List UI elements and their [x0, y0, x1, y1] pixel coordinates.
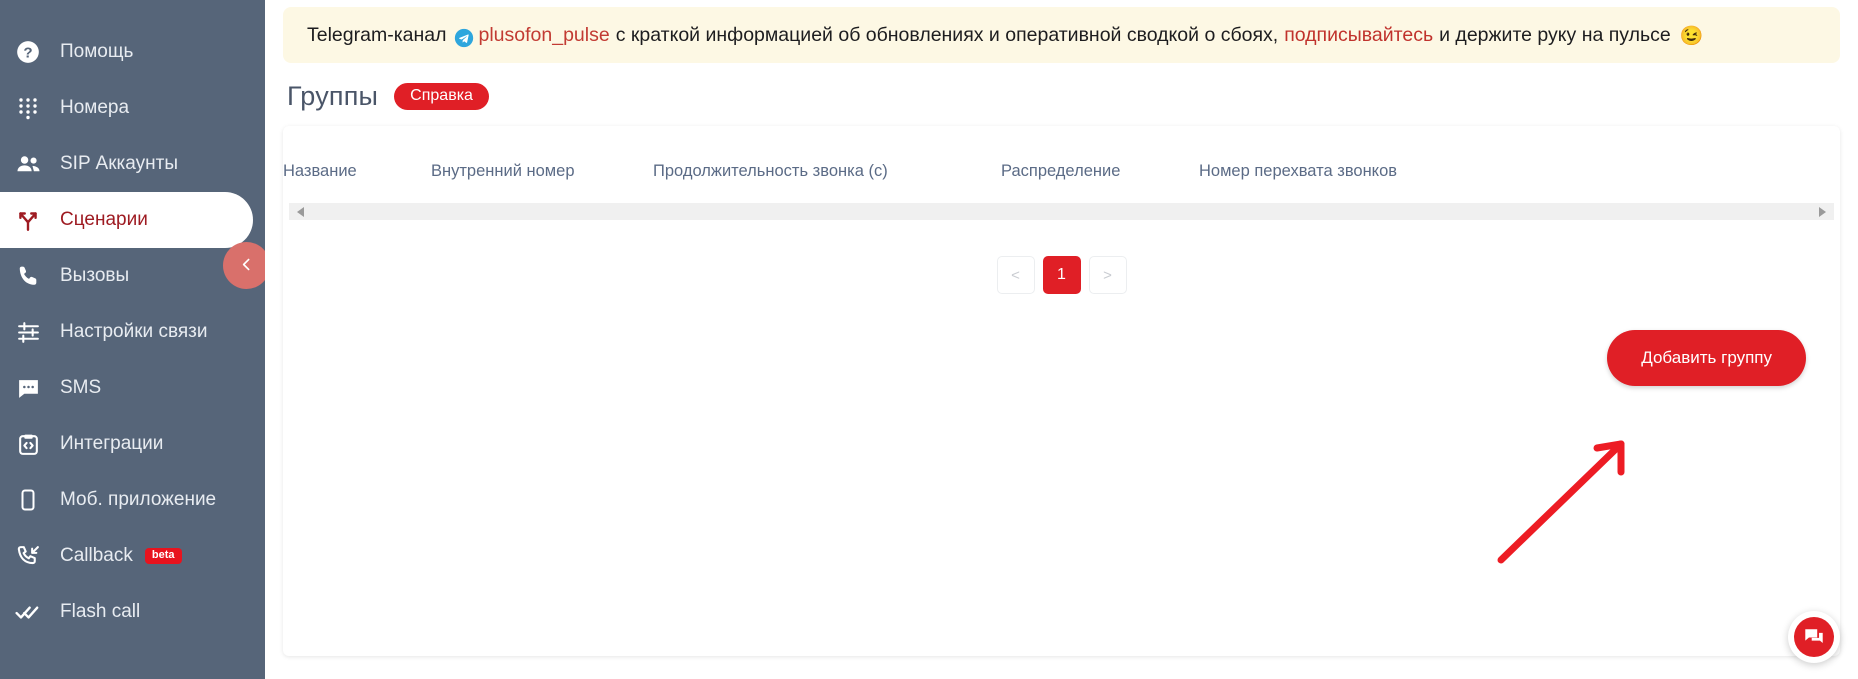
sidebar-item-connection-settings[interactable]: Настройки связи [0, 304, 265, 360]
sidebar: ? Помощь Номера SIP Аккаунты Сценарии Вы… [0, 0, 265, 679]
groups-table-wrapper: Название Внутренний номер Продолжительно… [283, 126, 1840, 203]
column-header-call-duration[interactable]: Продолжительность звонка (с) [653, 126, 1001, 203]
sidebar-item-help[interactable]: ? Помощь [0, 24, 265, 80]
column-header-pickup-number[interactable]: Номер перехвата звонков [1199, 126, 1840, 203]
banner-text-middle: с краткой информацией об обновлениях и о… [615, 23, 1279, 46]
users-icon [8, 144, 48, 184]
scroll-right-arrow-icon[interactable] [1819, 206, 1826, 217]
add-group-button[interactable]: Добавить группу [1607, 330, 1806, 386]
sidebar-item-label: Вызовы [60, 264, 130, 286]
mobile-phone-icon [8, 480, 48, 520]
double-check-icon [8, 592, 48, 632]
chat-bubbles-icon [1794, 617, 1834, 657]
question-circle-icon: ? [8, 32, 48, 72]
branch-arrows-icon [8, 200, 48, 240]
sidebar-item-flash-call[interactable]: Flash call [0, 584, 265, 640]
column-header-name[interactable]: Название [283, 126, 431, 203]
chat-widget-button[interactable] [1788, 611, 1840, 663]
sidebar-item-label: Номера [60, 96, 130, 118]
sidebar-item-label: Сценарии [60, 208, 148, 230]
groups-table: Название Внутренний номер Продолжительно… [283, 126, 1840, 203]
telegram-announcement-banner: Telegram-канал plusofon_pulse с краткой … [283, 7, 1840, 63]
svg-text:?: ? [23, 44, 32, 61]
phone-icon [8, 256, 48, 296]
chat-bubble-icon [8, 368, 48, 408]
groups-card: Название Внутренний номер Продолжительно… [283, 126, 1840, 656]
chevron-left-icon [238, 256, 255, 276]
sidebar-item-scenarios[interactable]: Сценарии [0, 192, 253, 248]
app-root: ? Помощь Номера SIP Аккаунты Сценарии Вы… [0, 0, 1858, 679]
sidebar-item-label: Помощь [60, 40, 134, 62]
sidebar-item-mobile-app[interactable]: Моб. приложение [0, 472, 265, 528]
subscribe-link[interactable]: подписывайтесь [1284, 24, 1433, 47]
groups-table-head: Название Внутренний номер Продолжительно… [283, 126, 1840, 203]
banner-text-before: Telegram-канал [307, 23, 447, 46]
sidebar-item-label: SMS [60, 376, 102, 398]
table-horizontal-scrollbar[interactable] [289, 203, 1834, 220]
main-content: Telegram-канал plusofon_pulse с краткой … [265, 0, 1858, 679]
pagination-page-1[interactable]: 1 [1042, 256, 1081, 294]
column-header-internal-number[interactable]: Внутренний номер [431, 126, 653, 203]
column-header-distribution[interactable]: Распределение [1001, 126, 1199, 203]
add-group-row: Добавить группу [283, 294, 1840, 386]
sidebar-item-sms[interactable]: SMS [0, 360, 265, 416]
code-clipboard-icon [8, 424, 48, 464]
help-badge[interactable]: Справка [394, 83, 489, 110]
sidebar-item-label: SIP Аккаунты [60, 152, 178, 174]
pagination-prev-button[interactable]: < [996, 256, 1035, 294]
telegram-channel-link[interactable]: plusofon_pulse [479, 24, 610, 47]
sidebar-item-callback[interactable]: Callback beta [0, 528, 265, 584]
pagination-next-button[interactable]: > [1088, 256, 1127, 294]
sidebar-item-label: Моб. приложение [60, 488, 217, 510]
banner-text-after: и держите руку на пульсе [1439, 23, 1671, 46]
sidebar-item-numbers[interactable]: Номера [0, 80, 265, 136]
page-title: Группы [287, 81, 379, 111]
sidebar-item-sip-accounts[interactable]: SIP Аккаунты [0, 136, 265, 192]
sidebar-nav-list: ? Помощь Номера SIP Аккаунты Сценарии Вы… [0, 0, 265, 640]
sidebar-item-label: Callback [60, 544, 133, 566]
callback-phone-icon [8, 536, 48, 576]
table-header-row: Название Внутренний номер Продолжительно… [283, 126, 1840, 203]
sidebar-item-label: Flash call [60, 600, 141, 622]
sidebar-item-label: Настройки связи [60, 320, 208, 342]
scroll-left-arrow-icon[interactable] [297, 206, 304, 217]
page-header: Группы Справка [265, 63, 1858, 126]
sidebar-collapse-button[interactable] [223, 242, 265, 289]
beta-badge: beta [144, 548, 182, 564]
pagination: < 1 > [283, 220, 1840, 294]
telegram-icon [454, 28, 474, 48]
sidebar-item-integrations[interactable]: Интеграции [0, 416, 265, 472]
sliders-icon [8, 312, 48, 352]
sidebar-item-label: Интеграции [60, 432, 164, 454]
wink-emoji: 😉 [1679, 26, 1704, 47]
dialpad-icon [8, 88, 48, 128]
